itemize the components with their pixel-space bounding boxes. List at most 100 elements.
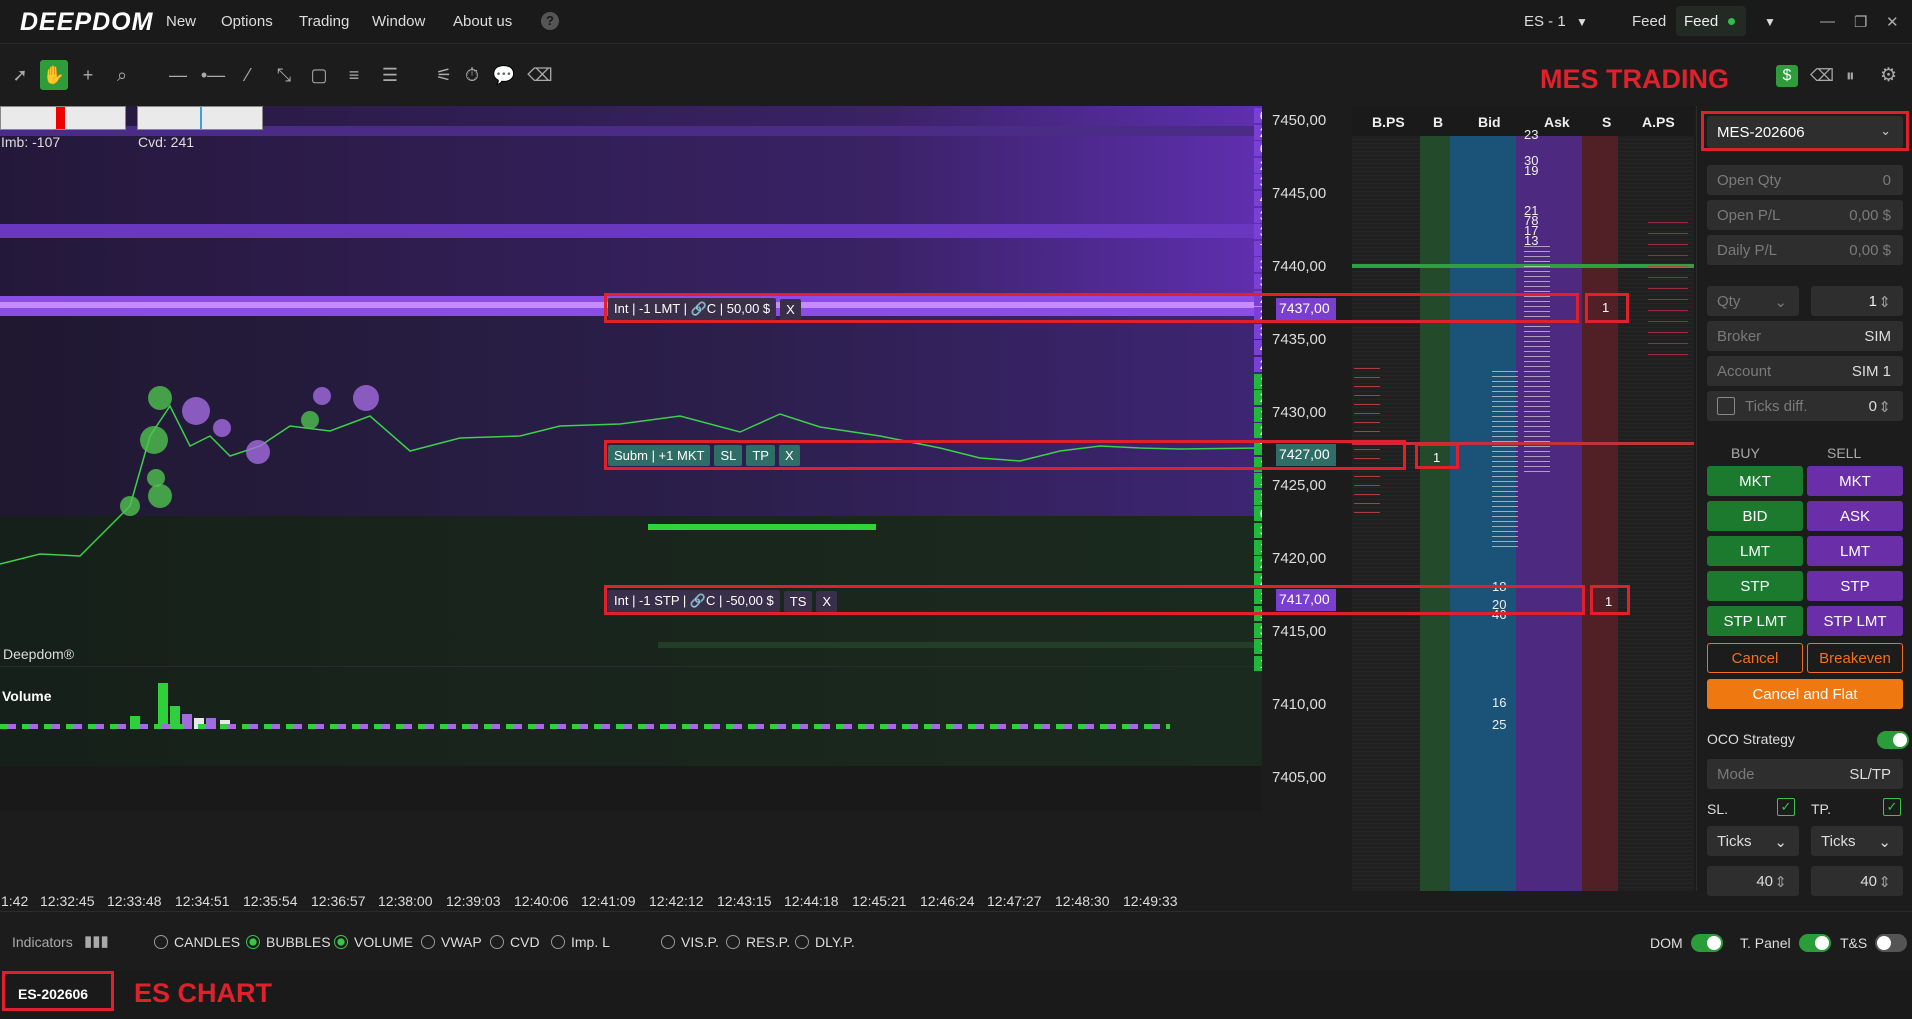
dom-toggle[interactable]: DOM	[1650, 934, 1723, 952]
zoom-icon[interactable]: ⌕	[108, 60, 136, 90]
opt-visp[interactable]: VIS.P.	[661, 934, 719, 950]
cancel-flat-button[interactable]: Cancel and Flat	[1707, 679, 1903, 709]
timer-icon[interactable]: ⏱	[458, 60, 486, 90]
price-label: 7410,00	[1272, 696, 1327, 713]
time-label: 1:42	[1, 893, 29, 909]
tp-checkbox[interactable]: ✓	[1883, 798, 1901, 816]
ts-button[interactable]: TS	[783, 590, 813, 612]
ray-icon[interactable]: •—	[199, 60, 227, 90]
breakeven-button[interactable]: Breakeven	[1807, 643, 1903, 673]
cursor-icon[interactable]: ➚	[6, 60, 34, 90]
price-label: 7450,00	[1272, 112, 1327, 129]
eraser-panel-icon[interactable]: ⌫	[1810, 66, 1834, 86]
dom-header-b: B	[1433, 114, 1444, 130]
qty-stepper[interactable]: 1 ⇕	[1811, 286, 1903, 316]
time-label: 12:32:45	[40, 893, 95, 909]
buy-stp-button[interactable]: STP	[1707, 571, 1803, 601]
limit-qty[interactable]: 1	[1602, 300, 1609, 315]
opt-vwap[interactable]: VWAP	[421, 934, 482, 950]
opt-cvd[interactable]: CVD	[490, 934, 540, 950]
tp-button[interactable]: TP	[746, 444, 775, 466]
stop-qty[interactable]: 1	[1605, 594, 1612, 609]
cancel-button[interactable]: Cancel	[1707, 643, 1803, 673]
buy-stplmt-button[interactable]: STP LMT	[1707, 606, 1803, 636]
chevron-down-icon[interactable]: ▼	[1576, 15, 1588, 29]
status-dot-icon	[1728, 18, 1735, 25]
bottom-bar: Indicators ▮▮▮ CANDLES BUBBLES VOLUME VW…	[0, 911, 1912, 971]
profile-icon[interactable]: ☰	[376, 60, 404, 90]
mode-select[interactable]: Mode SL/TP	[1707, 759, 1903, 789]
close-icon[interactable]: ✕	[1886, 13, 1899, 31]
tpanel-toggle[interactable]: T. Panel	[1740, 934, 1831, 952]
menu-window[interactable]: Window	[372, 13, 425, 30]
lines-icon[interactable]: ≡	[340, 60, 368, 90]
buy-bid-button[interactable]: BID	[1707, 501, 1803, 531]
fib-icon[interactable]: ⤡	[270, 60, 298, 90]
opt-volume[interactable]: VOLUME	[334, 934, 413, 950]
indicators-label[interactable]: Indicators	[12, 934, 73, 950]
ticks-diff-field[interactable]: Ticks diff. 0 ⇕	[1707, 391, 1903, 421]
trendline-icon[interactable]: ⁄	[234, 60, 262, 90]
help-icon[interactable]: ?	[541, 12, 559, 30]
broker-select[interactable]: Broker SIM	[1707, 321, 1903, 351]
feed-status[interactable]: Feed	[1676, 6, 1746, 36]
ticks-diff-checkbox[interactable]	[1717, 397, 1735, 415]
sl-type-select[interactable]: Ticks ⌄	[1707, 826, 1799, 856]
menu-options[interactable]: Options	[221, 13, 273, 30]
stop-cancel-button[interactable]: X	[816, 590, 838, 612]
gear-icon[interactable]: ⚙	[1880, 64, 1897, 87]
hline-icon[interactable]: —	[164, 60, 192, 90]
pause-icon[interactable]: ⏸	[1846, 66, 1855, 86]
opt-dlyp[interactable]: DLY.P.	[795, 934, 855, 950]
hand-icon[interactable]: ✋	[40, 60, 68, 90]
dom-col-s[interactable]	[1582, 136, 1618, 891]
buy-lmt-button[interactable]: LMT	[1707, 536, 1803, 566]
limit-order-label[interactable]: Int | -1 LMT | 🔗C | 50,00 $ X	[608, 296, 805, 322]
settings-sliders-icon[interactable]: ⚟	[430, 60, 458, 90]
buy-mkt-button[interactable]: MKT	[1707, 466, 1803, 496]
eraser-icon[interactable]: ⌫	[526, 60, 554, 90]
opt-bubbles[interactable]: BUBBLES	[246, 934, 331, 950]
minimize-icon[interactable]: —	[1820, 13, 1835, 30]
sl-button[interactable]: SL	[714, 444, 743, 466]
oco-toggle[interactable]	[1877, 731, 1909, 749]
time-label: 12:49:33	[1123, 893, 1178, 909]
bar-chart-icon[interactable]: ▮▮▮	[84, 932, 109, 950]
dollar-icon[interactable]: $	[1776, 65, 1798, 87]
stop-order-text: Int | -1 STP | 🔗C | -50,00 $	[608, 590, 780, 612]
cvd-label: Cvd: 241	[138, 134, 195, 150]
rectangle-icon[interactable]: ▢	[305, 60, 333, 90]
symbol-select[interactable]: ES - 1	[1524, 13, 1566, 30]
account-select[interactable]: Account SIM 1	[1707, 356, 1903, 386]
dom-col-b[interactable]	[1420, 136, 1450, 891]
menu-trading[interactable]: Trading	[299, 13, 349, 30]
comment-icon[interactable]: 💬	[490, 60, 518, 90]
feed-chevron-icon[interactable]: ▼	[1764, 15, 1776, 29]
sell-stplmt-button[interactable]: STP LMT	[1807, 606, 1903, 636]
opt-impl[interactable]: Imp. L	[551, 934, 610, 950]
stop-order-label[interactable]: Int | -1 STP | 🔗C | -50,00 $ TS X	[608, 588, 841, 614]
sell-ask-button[interactable]: ASK	[1807, 501, 1903, 531]
limit-cancel-button[interactable]: X	[780, 298, 801, 320]
menu-about[interactable]: About us	[453, 13, 512, 30]
sell-lmt-button[interactable]: LMT	[1807, 536, 1903, 566]
crosshair-icon[interactable]: +	[74, 60, 102, 90]
tp-ticks-stepper[interactable]: 40 ⇕	[1811, 866, 1903, 896]
contract-label[interactable]: ES-202606	[18, 986, 88, 1002]
menu-new[interactable]: New	[166, 13, 196, 30]
opt-resp[interactable]: RES.P.	[726, 934, 790, 950]
opt-candles[interactable]: CANDLES	[154, 934, 240, 950]
sell-mkt-button[interactable]: MKT	[1807, 466, 1903, 496]
market-qty[interactable]: 1	[1433, 450, 1440, 465]
tp-type-select[interactable]: Ticks ⌄	[1811, 826, 1903, 856]
market-cancel-button[interactable]: X	[778, 444, 800, 466]
restore-icon[interactable]: ❐	[1854, 13, 1867, 31]
market-order-label[interactable]: Subm | +1 MKT SL TP X	[608, 442, 804, 468]
watermark: Deepdom®	[3, 646, 75, 662]
sell-stp-button[interactable]: STP	[1807, 571, 1903, 601]
qty-type-select[interactable]: Qty ⌄	[1707, 286, 1799, 316]
sl-checkbox[interactable]: ✓	[1777, 798, 1795, 816]
ts-toggle[interactable]: T&S	[1840, 934, 1908, 952]
dom-ladder[interactable]: B.PS B Bid Ask S A.PS 23 30 19 21 78 17 …	[1352, 106, 1694, 891]
sl-ticks-stepper[interactable]: 40 ⇕	[1707, 866, 1799, 896]
